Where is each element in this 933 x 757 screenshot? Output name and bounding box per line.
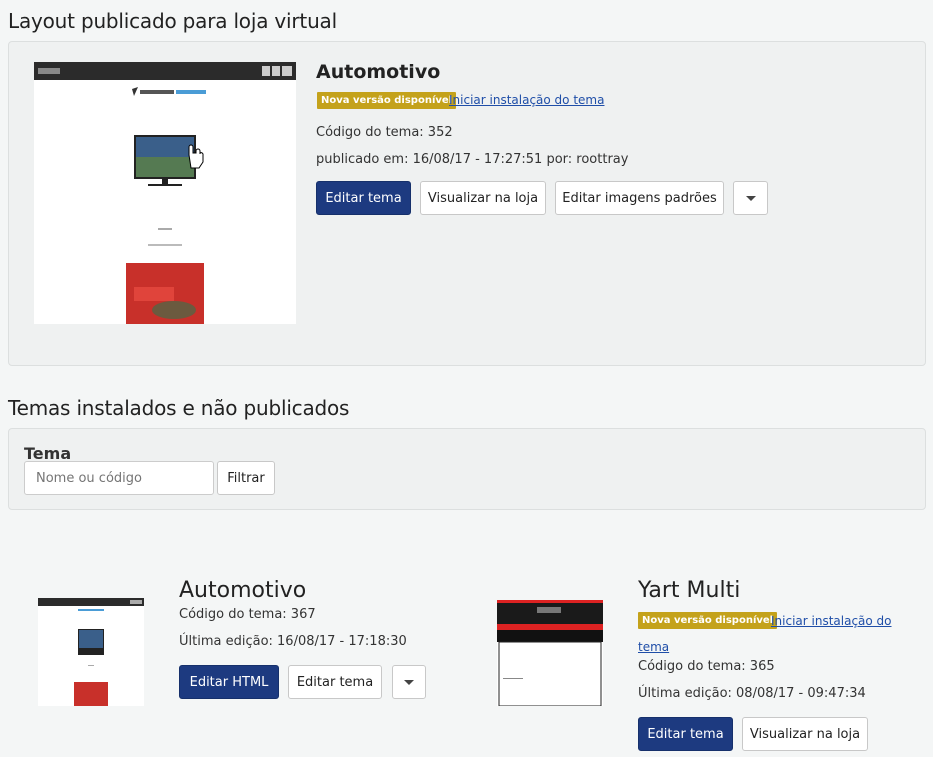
theme-last-edit: Última edição: 08/08/17 - 09:47:34 bbox=[638, 686, 866, 701]
new-version-badge: Nova versão disponível bbox=[317, 92, 457, 109]
install-theme-link-continued[interactable]: tema bbox=[638, 639, 669, 655]
published-theme-code: Código do tema: 352 bbox=[316, 125, 453, 140]
theme-name: Automotivo bbox=[179, 578, 307, 603]
install-theme-link[interactable]: Iniciar instalação do bbox=[771, 613, 892, 629]
theme-name: Yart Multi bbox=[638, 578, 741, 603]
thumbnail-preview-image bbox=[497, 600, 603, 706]
published-heading: Layout publicado para loja virtual bbox=[8, 9, 337, 33]
chevron-down-icon bbox=[404, 679, 414, 685]
filter-panel: Tema Filtrar bbox=[8, 428, 926, 510]
more-options-dropdown[interactable] bbox=[733, 181, 768, 215]
published-panel: Automotivo Nova versão disponível Inicia… bbox=[8, 41, 926, 366]
view-store-button[interactable]: Visualizar na loja bbox=[420, 181, 546, 215]
filter-button[interactable]: Filtrar bbox=[217, 461, 275, 495]
edit-theme-button[interactable]: Editar tema bbox=[638, 717, 733, 751]
theme-thumbnail-yart-multi[interactable] bbox=[497, 600, 603, 706]
theme-last-edit: Última edição: 16/08/17 - 17:18:30 bbox=[179, 634, 407, 649]
thumbnail-preview-image bbox=[38, 598, 144, 706]
published-theme-name: Automotivo bbox=[316, 61, 441, 83]
more-options-dropdown[interactable] bbox=[392, 665, 426, 699]
thumbnail-preview-image bbox=[34, 62, 296, 324]
theme-thumbnail-automotivo[interactable] bbox=[38, 598, 144, 706]
theme-search-input[interactable] bbox=[24, 461, 214, 495]
install-theme-link[interactable]: Iniciar instalação do tema bbox=[449, 92, 604, 108]
edit-theme-button[interactable]: Editar tema bbox=[288, 665, 382, 699]
theme-code: Código do tema: 367 bbox=[179, 607, 316, 622]
installed-heading: Temas instalados e não publicados bbox=[8, 396, 350, 420]
published-at: publicado em: 16/08/17 - 17:27:51 por: r… bbox=[316, 152, 629, 167]
edit-html-button[interactable]: Editar HTML bbox=[179, 665, 279, 699]
chevron-down-icon bbox=[745, 195, 756, 201]
published-theme-thumbnail[interactable] bbox=[34, 62, 296, 324]
new-version-badge: Nova versão disponível bbox=[638, 612, 778, 629]
theme-code: Código do tema: 365 bbox=[638, 659, 775, 674]
view-store-button[interactable]: Visualizar na loja bbox=[742, 717, 868, 751]
edit-theme-button[interactable]: Editar tema bbox=[316, 181, 411, 215]
edit-default-images-button[interactable]: Editar imagens padrões bbox=[555, 181, 724, 215]
